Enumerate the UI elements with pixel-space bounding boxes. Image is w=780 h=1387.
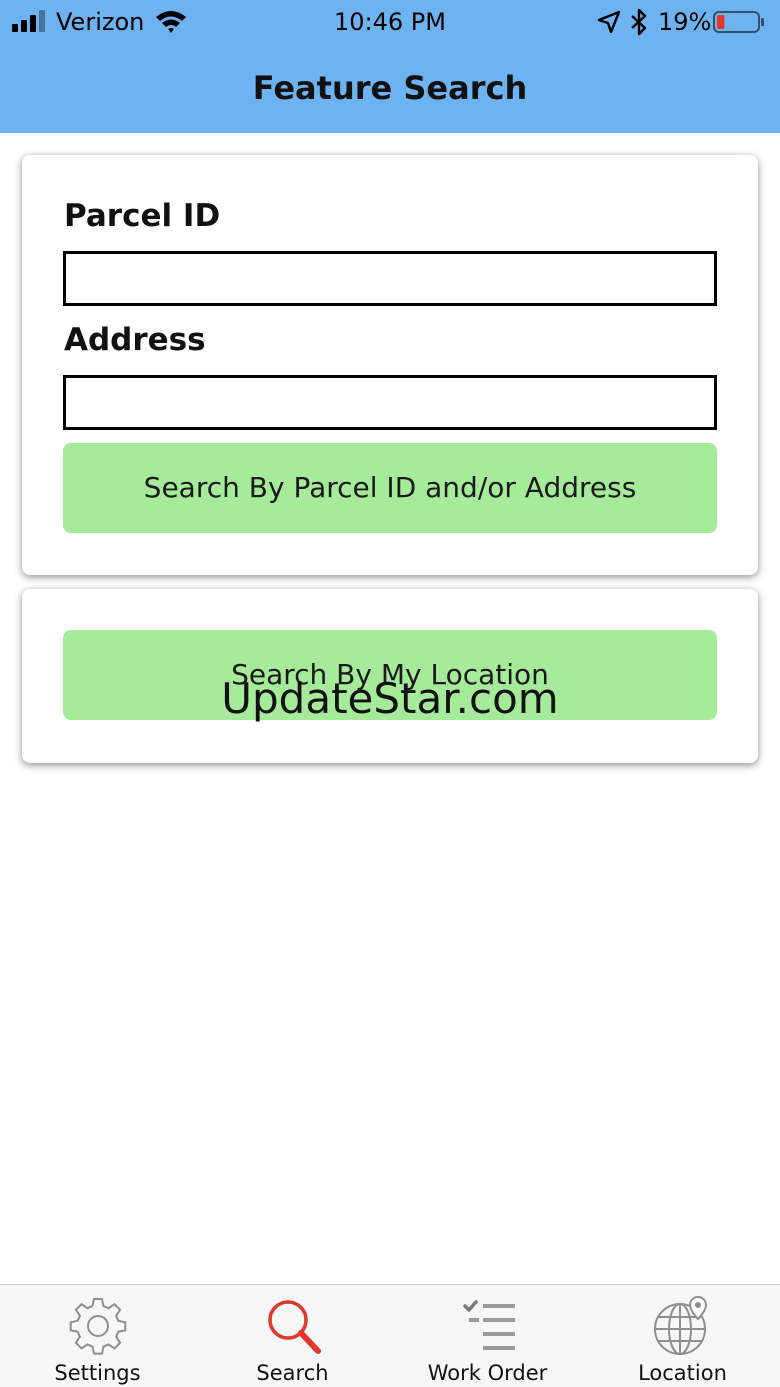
globe-pin-icon	[654, 1295, 708, 1355]
parcel-id-label: Parcel ID	[64, 198, 221, 234]
gear-icon	[69, 1298, 127, 1355]
checklist-icon	[463, 1300, 515, 1350]
search-by-location-label: Search By My Location	[231, 658, 549, 691]
address-label: Address	[64, 322, 206, 358]
bluetooth-icon	[631, 8, 647, 36]
tab-bar: Settings Search Work Order Location	[0, 1284, 780, 1387]
app-screen: Verizon 10:46 PM 19% Feature Search Parc…	[0, 0, 780, 1387]
battery-fill	[717, 15, 725, 29]
status-bar: Verizon 10:46 PM 19%	[0, 0, 780, 44]
tab-work-order[interactable]: Work Order	[390, 1285, 585, 1387]
navigation-bar: Verizon 10:46 PM 19% Feature Search	[0, 0, 780, 133]
battery-percent: 19%	[658, 8, 712, 36]
tab-search-label: Search	[256, 1361, 329, 1385]
tab-settings[interactable]: Settings	[0, 1285, 195, 1387]
tab-location[interactable]: Location	[585, 1285, 780, 1387]
parcel-id-input[interactable]	[63, 251, 717, 306]
tab-search[interactable]: Search	[195, 1285, 390, 1387]
search-by-parcel-button[interactable]: Search By Parcel ID and/or Address	[63, 443, 717, 533]
parcel-search-card: Parcel ID Address Search By Parcel ID an…	[22, 155, 758, 575]
battery-icon	[713, 11, 764, 33]
tab-location-label: Location	[638, 1361, 727, 1385]
tab-settings-label: Settings	[54, 1361, 141, 1385]
search-by-location-button[interactable]: Search By My Location UpdateStar.com	[63, 630, 717, 722]
address-input[interactable]	[63, 375, 717, 430]
location-arrow-icon	[597, 10, 621, 34]
search-icon	[268, 1300, 321, 1354]
tab-work-order-label: Work Order	[427, 1361, 548, 1385]
page-title: Feature Search	[252, 69, 528, 107]
location-search-card: Search By My Location UpdateStar.com	[22, 589, 758, 763]
